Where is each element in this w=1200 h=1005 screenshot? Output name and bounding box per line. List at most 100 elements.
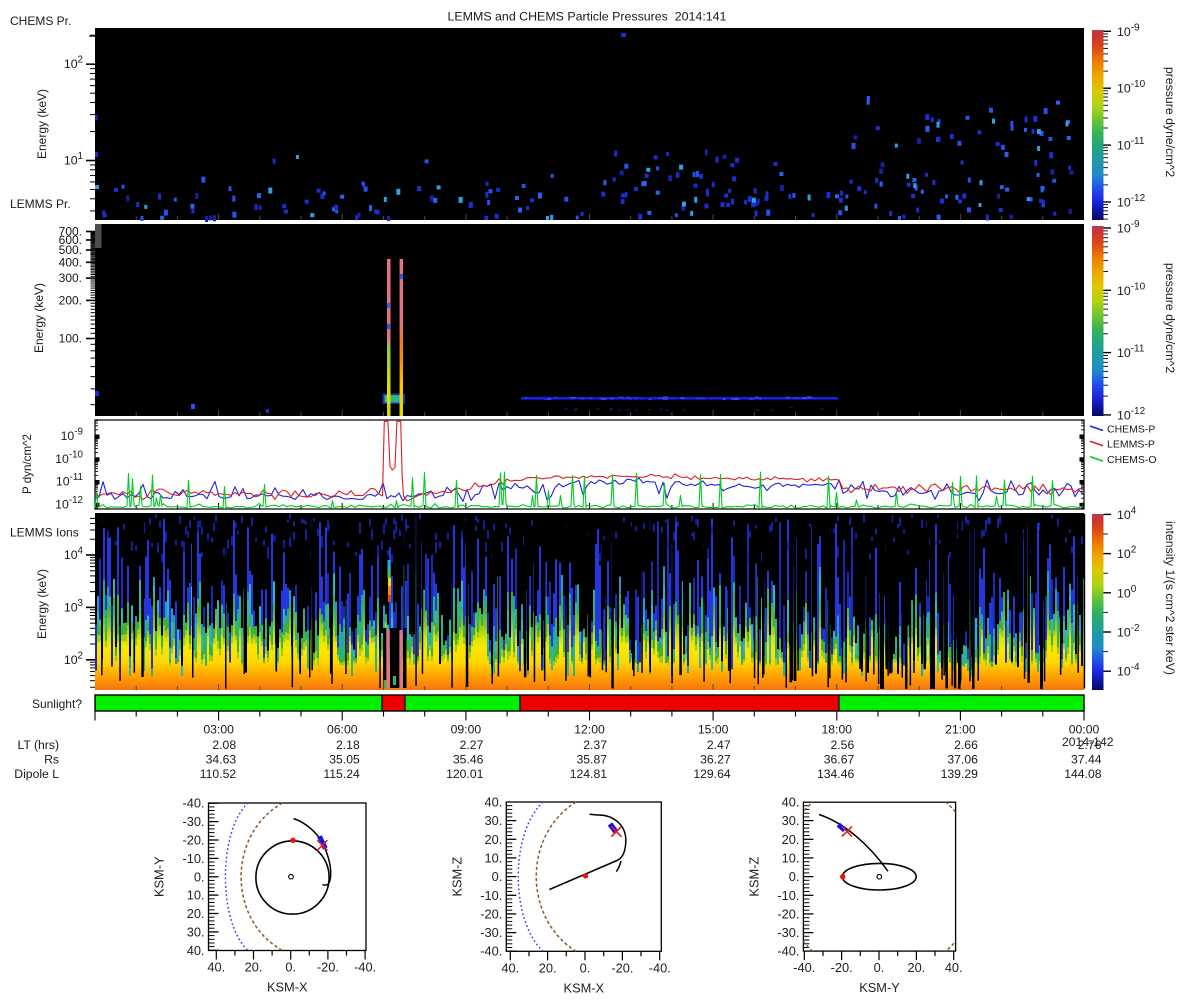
svg-text:129.64: 129.64: [693, 767, 730, 781]
svg-text:Sunlight?: Sunlight?: [32, 697, 82, 711]
svg-text:-40.: -40.: [793, 960, 815, 975]
svg-text:0.: 0.: [194, 869, 205, 884]
svg-text:09:00: 09:00: [451, 723, 482, 737]
svg-text:115.24: 115.24: [323, 767, 360, 781]
svg-text:40.: 40.: [782, 794, 800, 809]
svg-text:18:00: 18:00: [822, 723, 853, 737]
svg-text:2.27: 2.27: [460, 738, 484, 752]
svg-text:-10.: -10.: [182, 851, 204, 866]
svg-text:20.: 20.: [245, 960, 263, 975]
svg-text:12:00: 12:00: [574, 723, 605, 737]
svg-text:35.05: 35.05: [329, 753, 360, 767]
svg-text:-20.: -20.: [182, 832, 204, 847]
svg-text:CHEMS-P: CHEMS-P: [1107, 423, 1155, 435]
svg-text:Rs: Rs: [44, 753, 59, 767]
svg-text:36.27: 36.27: [700, 753, 731, 767]
svg-text:30.: 30.: [187, 924, 205, 939]
svg-text:LEMMS Ions: LEMMS Ions: [10, 526, 79, 540]
svg-text:37.06: 37.06: [947, 753, 978, 767]
svg-text:20.: 20.: [485, 832, 503, 847]
svg-text:-40.: -40.: [777, 944, 799, 959]
svg-text:0.: 0.: [285, 960, 296, 975]
svg-text:KSM-Z: KSM-Z: [746, 857, 761, 897]
svg-text:06:00: 06:00: [327, 723, 358, 737]
svg-text:-20.: -20.: [611, 960, 633, 975]
svg-text:KSM-X: KSM-X: [267, 980, 308, 995]
svg-text:700.: 700.: [59, 225, 82, 239]
svg-text:40.: 40.: [187, 943, 205, 958]
svg-text:-30.: -30.: [777, 925, 799, 940]
svg-text:03:00: 03:00: [203, 723, 234, 737]
svg-text:2.66: 2.66: [954, 738, 978, 752]
svg-text:intensity 1/(s cm^2 ster keV): intensity 1/(s cm^2 ster keV): [1163, 521, 1177, 675]
svg-text:KSM-Y: KSM-Y: [859, 980, 900, 995]
svg-text:0.: 0.: [874, 960, 885, 975]
svg-text:-40.: -40.: [649, 960, 671, 975]
svg-text:120.01: 120.01: [446, 767, 483, 781]
svg-text:-30.: -30.: [480, 925, 502, 940]
svg-text:100.: 100.: [59, 332, 82, 346]
svg-text:139.29: 139.29: [941, 767, 978, 781]
svg-text:-40.: -40.: [354, 960, 376, 975]
svg-text:P dyn/cm^2: P dyn/cm^2: [21, 434, 34, 494]
svg-text:37.44: 37.44: [1071, 753, 1102, 767]
svg-text:-20.: -20.: [317, 960, 339, 975]
svg-text:KSM-X: KSM-X: [564, 980, 605, 995]
svg-text:20.: 20.: [539, 960, 557, 975]
svg-text:2.08: 2.08: [212, 738, 236, 752]
svg-text:10.: 10.: [485, 850, 503, 865]
svg-text:300.: 300.: [59, 271, 82, 285]
svg-text:20.: 20.: [782, 832, 800, 847]
svg-text:10.: 10.: [782, 850, 800, 865]
svg-text:40.: 40.: [945, 960, 963, 975]
svg-text:20.: 20.: [907, 960, 925, 975]
svg-text:0.: 0.: [789, 869, 800, 884]
svg-text:400.: 400.: [59, 255, 82, 269]
svg-text:pressure dyne/cm^2: pressure dyne/cm^2: [1163, 67, 1177, 178]
svg-text:30.: 30.: [782, 813, 800, 828]
svg-text:-30.: -30.: [182, 814, 204, 829]
svg-text:110.52: 110.52: [200, 767, 237, 781]
svg-text:-20.: -20.: [777, 906, 799, 921]
svg-text:LT (hrs): LT (hrs): [17, 738, 59, 752]
svg-text:LEMMS-P: LEMMS-P: [1107, 439, 1155, 451]
svg-text:Energy (keV): Energy (keV): [35, 569, 49, 639]
svg-text:KSM-Y: KSM-Y: [152, 856, 167, 897]
svg-text:-10.: -10.: [480, 888, 502, 903]
svg-text:10.: 10.: [187, 888, 205, 903]
svg-text:-20.: -20.: [831, 960, 853, 975]
svg-text:LEMMS and CHEMS Particle Press: LEMMS and CHEMS Particle Pressures 2014:…: [448, 10, 727, 24]
svg-text:pressure dyne/cm^2: pressure dyne/cm^2: [1163, 263, 1177, 374]
svg-text:2.18: 2.18: [336, 738, 360, 752]
svg-text:Energy (keV): Energy (keV): [32, 283, 46, 353]
svg-text:2.47: 2.47: [707, 738, 731, 752]
svg-text:40.: 40.: [207, 960, 225, 975]
svg-text:144.08: 144.08: [1064, 767, 1101, 781]
svg-text:40.: 40.: [501, 960, 519, 975]
svg-text:30.: 30.: [485, 813, 503, 828]
svg-text:LEMMS Pr.: LEMMS Pr.: [10, 197, 71, 211]
svg-text:134.46: 134.46: [817, 767, 854, 781]
svg-text:0.: 0.: [492, 869, 503, 884]
svg-text:CHEMS Pr.: CHEMS Pr.: [10, 14, 71, 28]
svg-text:34.63: 34.63: [206, 753, 237, 767]
svg-text:200.: 200.: [59, 293, 82, 307]
svg-text:15:00: 15:00: [698, 723, 729, 737]
svg-text:-40.: -40.: [182, 796, 204, 811]
svg-text:KSM-Z: KSM-Z: [449, 857, 464, 897]
svg-text:20.: 20.: [187, 906, 205, 921]
svg-text:Energy (keV): Energy (keV): [35, 89, 49, 159]
svg-text:36.67: 36.67: [824, 753, 855, 767]
svg-text:2014-142: 2014-142: [1062, 735, 1114, 749]
svg-text:2.56: 2.56: [831, 738, 855, 752]
svg-text:2.37: 2.37: [583, 738, 607, 752]
svg-text:124.81: 124.81: [570, 767, 607, 781]
svg-text:CHEMS-O: CHEMS-O: [1107, 454, 1157, 466]
svg-text:0.: 0.: [580, 960, 591, 975]
svg-text:-10.: -10.: [777, 888, 799, 903]
svg-text:21:00: 21:00: [945, 723, 976, 737]
svg-text:-20.: -20.: [480, 906, 502, 921]
svg-text:Dipole L: Dipole L: [14, 767, 59, 781]
svg-text:35.87: 35.87: [577, 753, 608, 767]
svg-text:40.: 40.: [485, 794, 503, 809]
